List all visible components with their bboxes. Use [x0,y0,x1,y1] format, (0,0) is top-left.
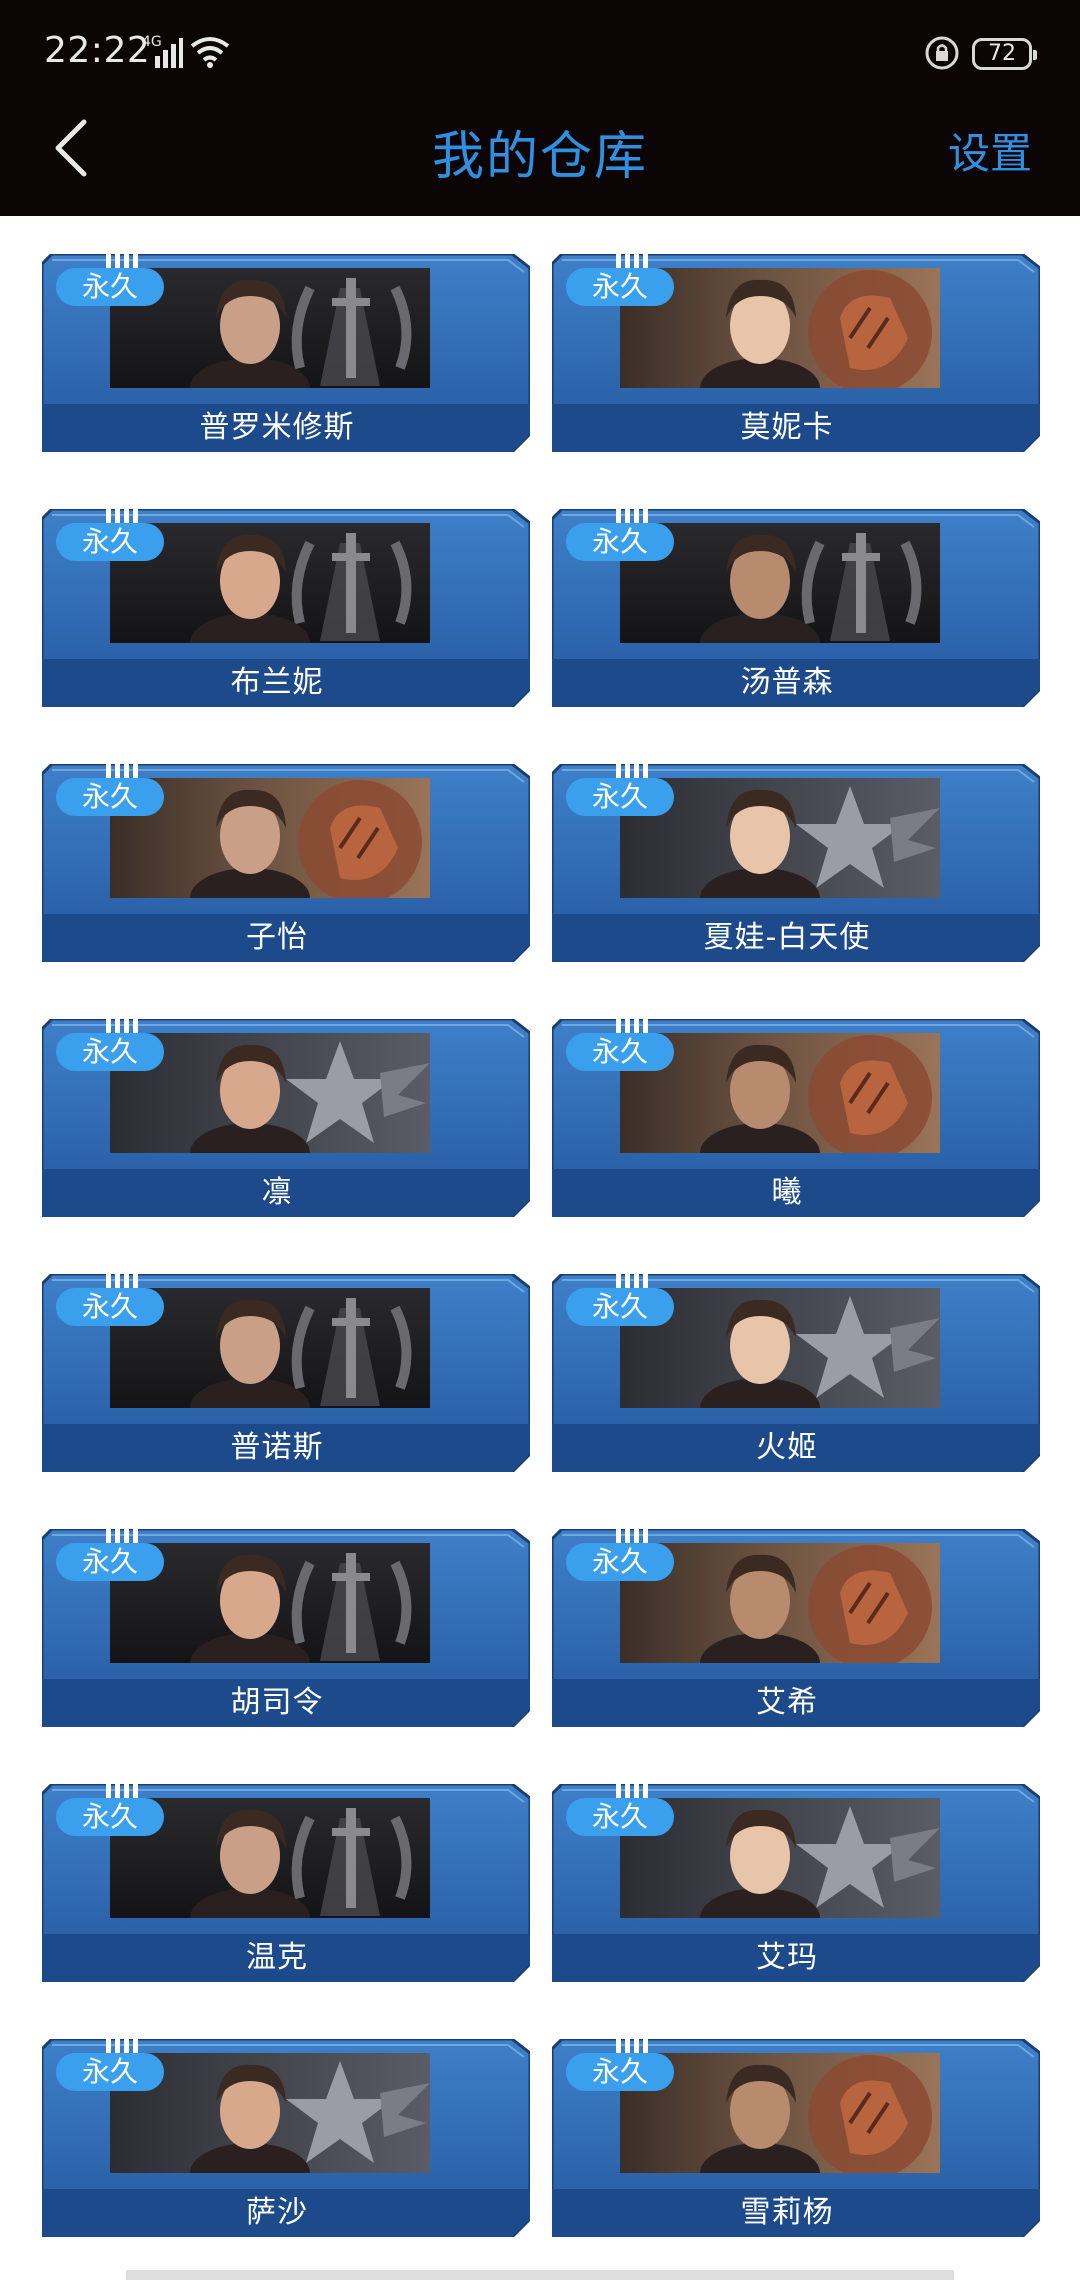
warehouse-item-card[interactable]: 永久普罗米修斯 [42,254,530,452]
warehouse-item-card[interactable]: 永久普诺斯 [42,1274,530,1472]
status-bar: 22:22 4G 72 [0,0,1080,108]
warehouse-item-card[interactable]: 永久艾玛 [552,1784,1040,1982]
character-name: 布兰妮 [230,665,324,700]
scroll-hint [126,2270,954,2280]
character-name: 曦 [771,1175,803,1210]
character-name: 普诺斯 [230,1430,324,1465]
character-face [190,1299,310,1408]
status-time: 22:22 [44,30,151,71]
permanent-tag: 永久 [566,778,674,816]
warehouse-item-card[interactable]: 永久曦 [552,1019,1040,1217]
character-face [700,1809,820,1918]
character-name: 艾希 [756,1685,818,1720]
character-face [190,534,310,643]
character-name: 汤普森 [740,665,834,700]
warehouse-item-card[interactable]: 永久萨沙 [42,2039,530,2237]
permanent-tag: 永久 [566,2053,674,2091]
character-face [190,789,310,898]
permanent-tag: 永久 [566,1798,674,1836]
permanent-tag: 永久 [566,1288,674,1326]
permanent-tag: 永久 [566,1543,674,1581]
permanent-tag: 永久 [566,523,674,561]
rotation-lock-icon [925,36,959,70]
character-name: 艾玛 [756,1940,818,1975]
permanent-tag: 永久 [56,778,164,816]
character-name: 凛 [261,1175,293,1210]
warehouse-item-card[interactable]: 永久火姬 [552,1274,1040,1472]
character-face [190,1044,310,1153]
permanent-tag: 永久 [566,1033,674,1071]
warehouse-item-card[interactable]: 永久雪莉杨 [552,2039,1040,2237]
page-title: 我的仓库 [431,127,648,187]
warehouse-item-card[interactable]: 永久子怡 [42,764,530,962]
character-name: 夏娃-白天使 [703,920,871,955]
character-face [700,1299,820,1408]
character-name: 温克 [246,1940,308,1975]
warehouse-item-card[interactable]: 永久布兰妮 [42,509,530,707]
character-face [700,534,820,643]
character-name: 雪莉杨 [740,2195,834,2230]
permanent-tag: 永久 [56,1798,164,1836]
character-face [190,279,310,388]
warehouse-item-card[interactable]: 永久温克 [42,1784,530,1982]
wifi-icon [190,37,230,68]
battery-indicator: 72 [972,38,1037,70]
warehouse-item-card[interactable]: 永久凛 [42,1019,530,1217]
warehouse-item-card[interactable]: 永久莫妮卡 [552,254,1040,452]
character-face [190,2064,310,2173]
character-name: 火姬 [756,1430,818,1465]
permanent-tag: 永久 [56,1033,164,1071]
character-face [190,1809,310,1918]
character-name: 萨沙 [246,2195,308,2230]
character-name: 子怡 [246,920,308,955]
permanent-tag: 永久 [56,2053,164,2091]
settings-button[interactable]: 设置 [948,120,1032,181]
character-face [700,1554,820,1663]
warehouse-item-card[interactable]: 永久汤普森 [552,509,1040,707]
permanent-tag: 永久 [56,523,164,561]
warehouse-grid: 永久 普罗米修斯 永久 莫妮卡 永久 布兰妮 永久 汤普森 永久 子怡 永久 夏娃-白天使 永久凛永久曦… [0,216,1080,2280]
signal-icon [155,38,183,68]
character-face [700,789,820,898]
character-name: 莫妮卡 [740,410,834,445]
character-face [700,2064,820,2173]
character-name: 胡司令 [230,1685,324,1720]
character-face [700,1044,820,1153]
character-face [190,1554,310,1663]
permanent-tag: 永久 [56,1288,164,1326]
warehouse-item-card[interactable]: 永久夏娃-白天使 [552,764,1040,962]
warehouse-item-card[interactable]: 永久艾希 [552,1529,1040,1727]
permanent-tag: 永久 [56,268,164,306]
character-face [700,279,820,388]
character-name: 普罗米修斯 [199,410,355,445]
warehouse-item-card[interactable]: 永久胡司令 [42,1529,530,1727]
permanent-tag: 永久 [566,268,674,306]
permanent-tag: 永久 [56,1543,164,1581]
